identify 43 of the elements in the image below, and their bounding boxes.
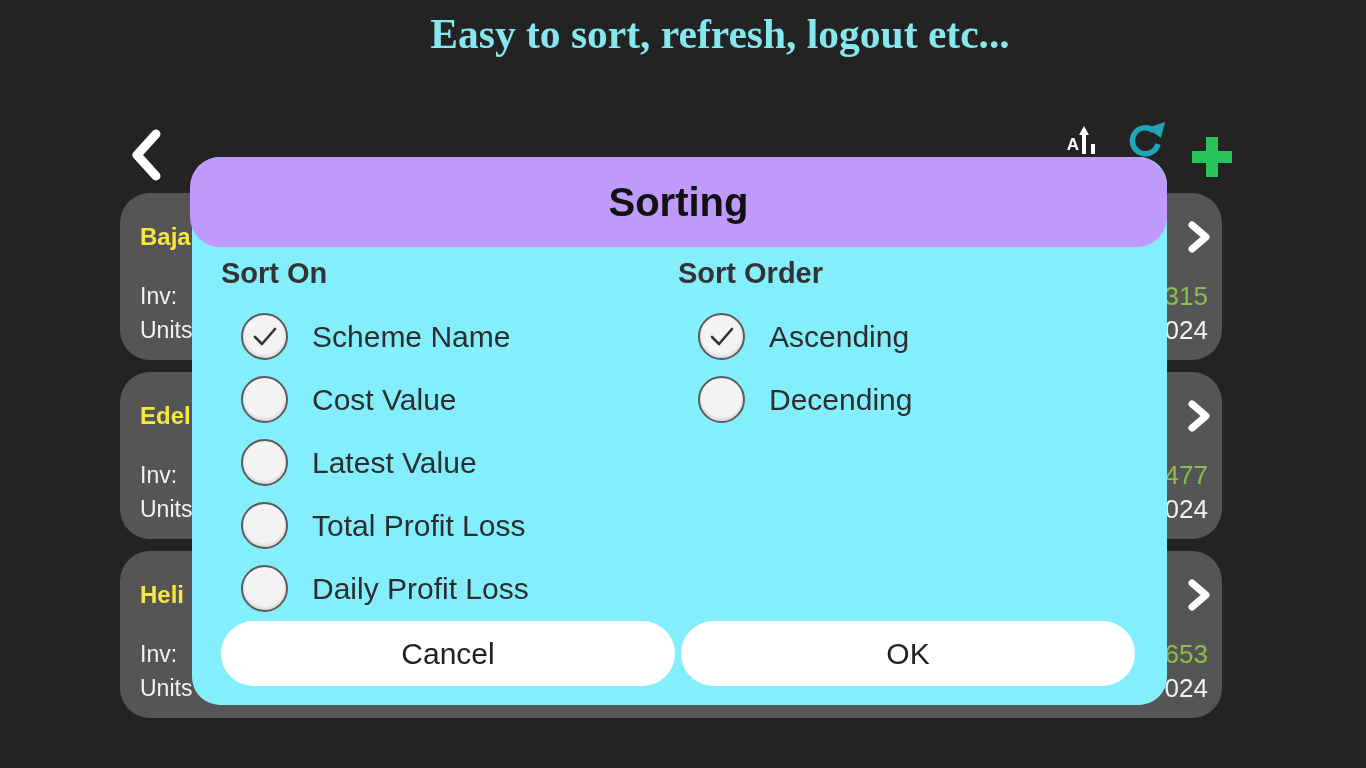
amount-value: 315 [1164, 280, 1208, 313]
radio-button[interactable] [241, 502, 288, 549]
option-label[interactable]: Ascending [769, 314, 910, 359]
group-heading: Sort Order [678, 256, 825, 291]
chevron-right-icon[interactable] [1186, 220, 1212, 254]
radio-button[interactable] [698, 313, 745, 360]
radio-button[interactable] [241, 376, 288, 423]
scheme-name: Baja [140, 222, 191, 252]
option-label[interactable]: Latest Value [312, 440, 477, 485]
number-text: 024 [1164, 314, 1208, 347]
radio-button[interactable] [698, 376, 745, 423]
amount-value: 653 [1164, 638, 1208, 671]
field-label: Units [140, 495, 193, 524]
field-label: Inv: [140, 282, 178, 311]
radio-button[interactable] [241, 439, 288, 486]
scheme-name: Heli [140, 580, 184, 610]
option-label[interactable]: Decending [769, 377, 913, 422]
number-text: 024 [1164, 672, 1208, 705]
amount-value: 477 [1164, 459, 1208, 492]
radio-button[interactable] [241, 313, 288, 360]
dialog-title: Sorting [608, 179, 749, 226]
ok-button[interactable]: OK [681, 621, 1135, 686]
caption-text: Easy to sort, refresh, logout etc... [430, 11, 1010, 57]
option-label[interactable]: Daily Profit Loss [312, 566, 529, 611]
scheme-name: Edel [140, 401, 191, 431]
number-text: 024 [1164, 493, 1208, 526]
plus-icon[interactable] [1191, 136, 1233, 178]
sort-button[interactable]: A [1066, 125, 1097, 155]
option-label[interactable]: Total Profit Loss [312, 503, 526, 548]
field-label: Units [140, 316, 193, 345]
radio-button[interactable] [241, 565, 288, 612]
check-icon [252, 326, 277, 347]
field-label: Inv: [140, 640, 178, 669]
field-label: Inv: [140, 461, 178, 490]
option-label[interactable]: Cost Value [312, 377, 457, 422]
chevron-right-icon[interactable] [1186, 399, 1212, 433]
group-heading: Sort On [221, 256, 329, 291]
field-label: Units [140, 674, 193, 703]
chevron-right-icon[interactable] [1186, 578, 1212, 612]
option-label[interactable]: Scheme Name [312, 314, 511, 359]
cancel-button[interactable]: Cancel [221, 621, 675, 686]
up-arrow-icon [1079, 125, 1097, 155]
check-icon [709, 326, 734, 347]
